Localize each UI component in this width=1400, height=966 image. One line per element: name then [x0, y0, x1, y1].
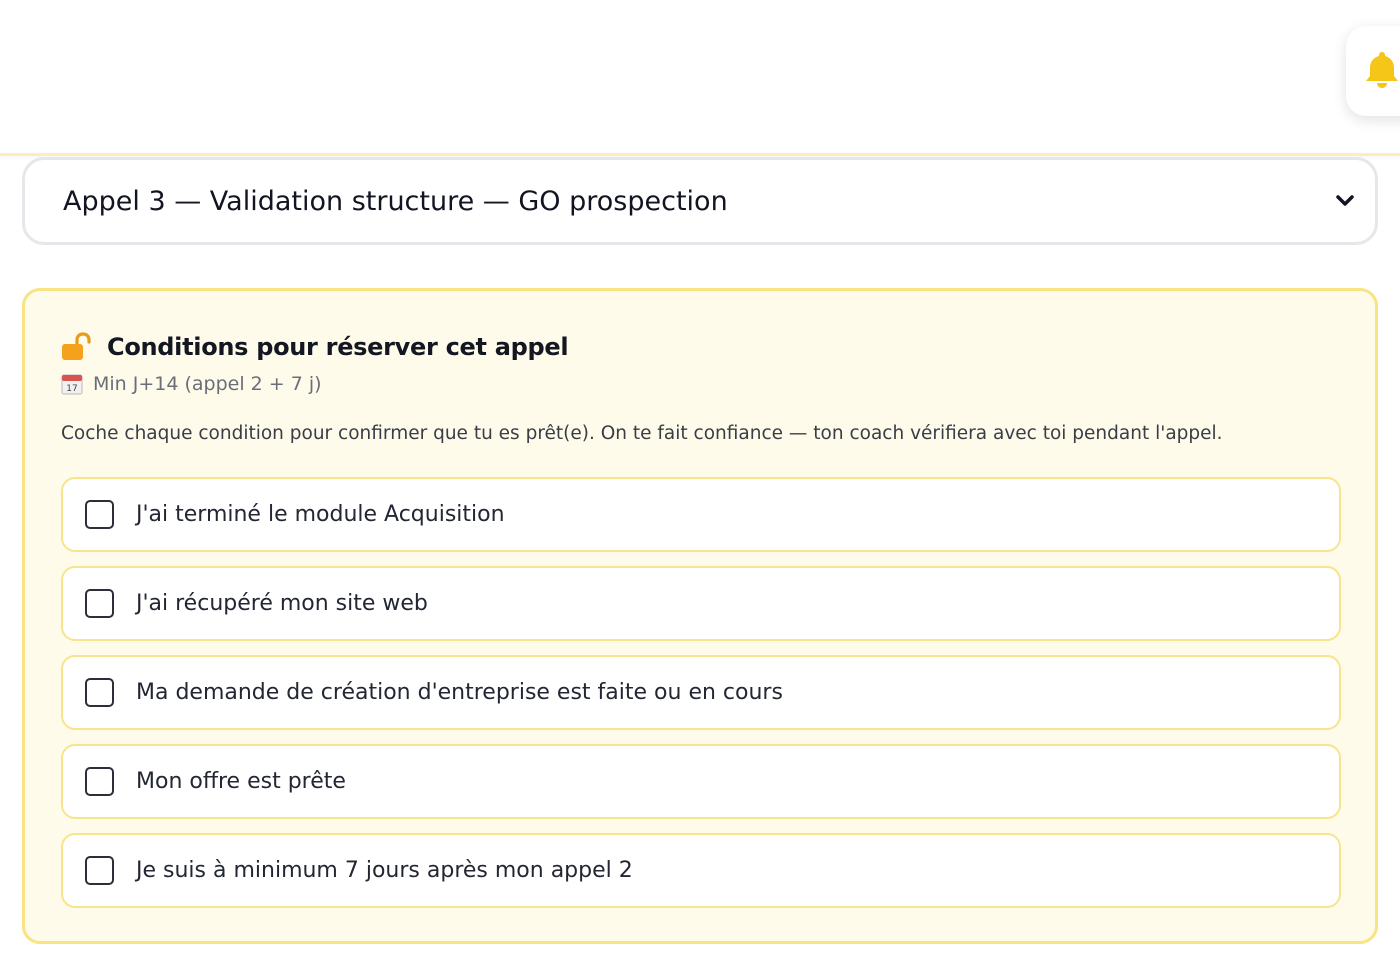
- call-select[interactable]: Appel 3 — Validation structure — GO pros…: [22, 157, 1378, 245]
- conditions-header: Conditions pour réserver cet appel: [61, 329, 569, 365]
- condition-checkbox[interactable]: [85, 856, 114, 885]
- condition-checkbox[interactable]: [85, 767, 114, 796]
- calendar-icon: 17: [61, 374, 83, 395]
- condition-item[interactable]: J'ai récupéré mon site web: [61, 566, 1341, 641]
- condition-label: Ma demande de création d'entreprise est …: [136, 680, 783, 705]
- calendar-date: 17: [66, 384, 77, 394]
- call-select-value: Appel 3 — Validation structure — GO pros…: [63, 185, 728, 217]
- conditions-panel: Conditions pour réserver cet appel 17 Mi…: [22, 288, 1378, 944]
- condition-checkbox[interactable]: [85, 589, 114, 618]
- condition-item[interactable]: Je suis à minimum 7 jours après mon appe…: [61, 833, 1341, 908]
- unlocked-padlock-icon: [62, 332, 91, 360]
- condition-checkbox[interactable]: [85, 678, 114, 707]
- condition-checkbox[interactable]: [85, 500, 114, 529]
- condition-item[interactable]: Ma demande de création d'entreprise est …: [61, 655, 1341, 730]
- chevron-down-icon: [1336, 195, 1354, 206]
- notifications-button[interactable]: [1346, 26, 1400, 116]
- minimum-delay-text: Min J+14 (appel 2 + 7 j): [93, 373, 322, 395]
- conditions-list: J'ai terminé le module Acquisition J'ai …: [61, 477, 1341, 922]
- condition-label: J'ai terminé le module Acquisition: [136, 502, 505, 527]
- top-header: [0, 0, 1400, 156]
- instructions-text: Coche chaque condition pour confirmer qu…: [61, 423, 1223, 444]
- condition-label: Je suis à minimum 7 jours après mon appe…: [136, 858, 633, 883]
- conditions-title: Conditions pour réserver cet appel: [107, 333, 569, 361]
- condition-item[interactable]: J'ai terminé le module Acquisition: [61, 477, 1341, 552]
- bell-icon: [1366, 52, 1398, 88]
- condition-label: J'ai récupéré mon site web: [136, 591, 428, 616]
- minimum-delay: 17 Min J+14 (appel 2 + 7 j): [61, 373, 322, 395]
- condition-label: Mon offre est prête: [136, 769, 346, 794]
- condition-item[interactable]: Mon offre est prête: [61, 744, 1341, 819]
